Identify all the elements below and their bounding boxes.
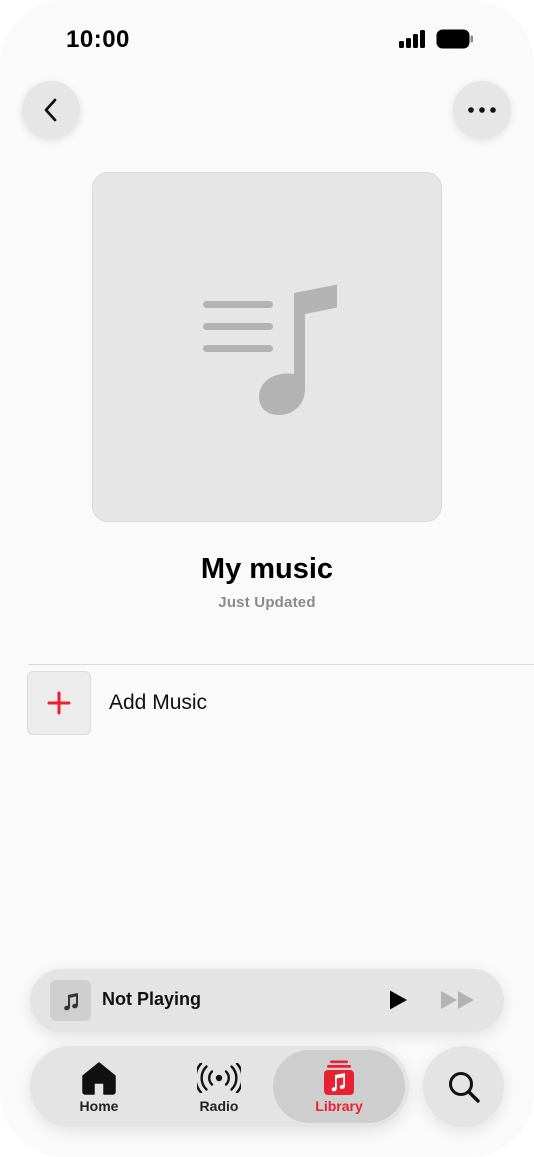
tab-home-label: Home (79, 1098, 119, 1114)
fast-forward-button[interactable] (438, 987, 478, 1013)
screen: 10:00 My music Just Updated Add Music No… (0, 0, 534, 1157)
now-playing-title[interactable]: Not Playing (102, 989, 201, 1010)
mini-player-artwork (50, 980, 91, 1021)
music-note-icon (63, 992, 78, 1010)
back-button[interactable] (22, 81, 80, 139)
ellipsis-icon (468, 107, 496, 113)
more-options-button[interactable] (453, 81, 511, 139)
playlist-subtitle: Just Updated (218, 594, 316, 611)
tab-radio-label: Radio (199, 1098, 239, 1114)
add-music-tile[interactable] (27, 671, 91, 735)
fast-forward-icon (441, 991, 474, 1009)
cellular-signal-icon (399, 30, 427, 48)
add-music-label[interactable]: Add Music (109, 691, 207, 715)
chevron-left-icon (44, 98, 57, 122)
play-icon (390, 990, 407, 1010)
divider (28, 664, 534, 665)
plus-icon (47, 691, 71, 715)
status-bar: 10:00 (0, 0, 534, 80)
search-button[interactable] (423, 1046, 504, 1127)
search-icon (448, 1071, 480, 1103)
battery-icon (436, 29, 473, 49)
tab-library-label: Library (315, 1098, 363, 1114)
playlist-artwork (92, 172, 442, 522)
play-button[interactable] (384, 987, 412, 1013)
music-list-icon (203, 284, 337, 415)
radio-waves-icon (197, 1063, 241, 1093)
library-icon (324, 1060, 354, 1095)
tab-bar: Home Radio Library (30, 1046, 409, 1127)
mini-player[interactable]: Not Playing (30, 969, 504, 1032)
status-time: 10:00 (66, 26, 130, 53)
house-icon (82, 1062, 116, 1095)
playlist-title: My music (200, 553, 334, 585)
tab-radio[interactable]: Radio (154, 1050, 284, 1123)
tab-library[interactable]: Library (273, 1050, 405, 1123)
tab-home[interactable]: Home (34, 1050, 164, 1123)
add-music-row[interactable]: Add Music (27, 671, 507, 735)
